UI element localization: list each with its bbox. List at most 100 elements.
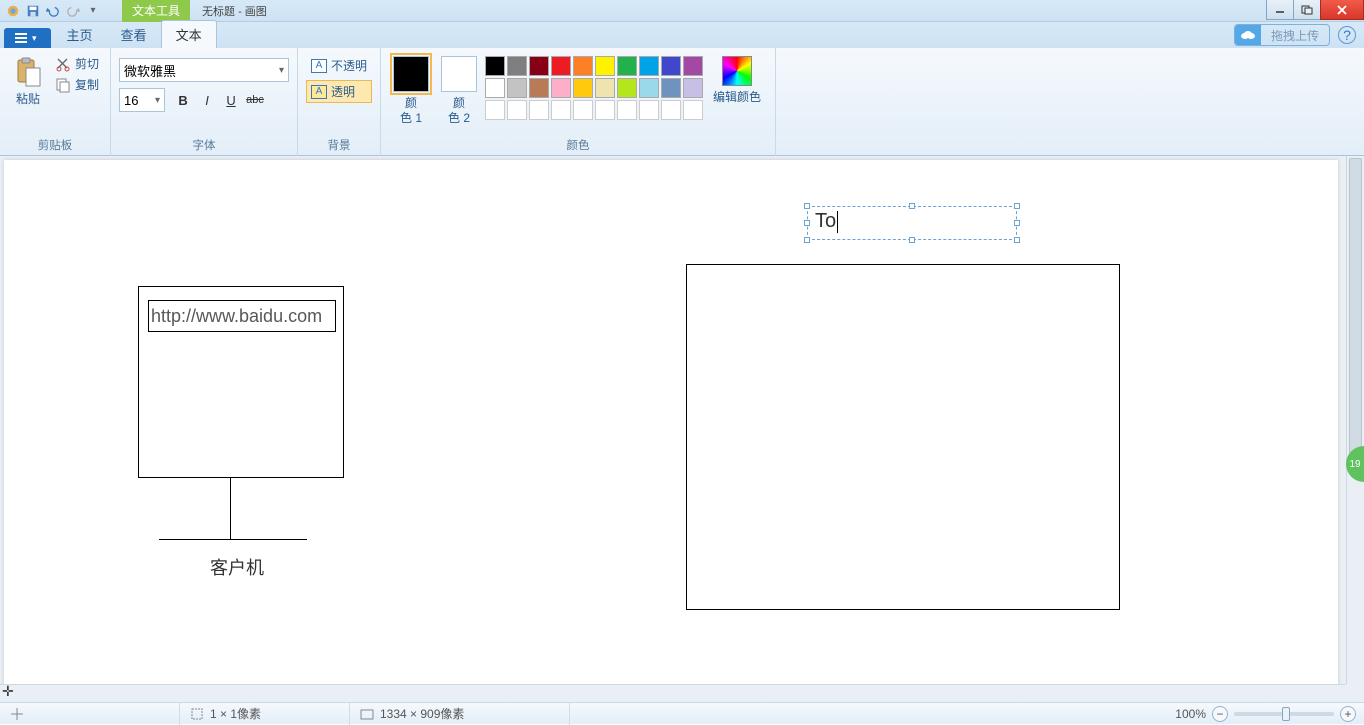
bold-button[interactable]: B bbox=[171, 88, 195, 112]
selection-border bbox=[807, 206, 1017, 240]
vertical-scroll-thumb[interactable] bbox=[1349, 158, 1362, 458]
palette-swatch[interactable] bbox=[617, 78, 637, 98]
zoom-slider-thumb[interactable] bbox=[1282, 707, 1290, 721]
paste-button[interactable]: 粘贴 bbox=[8, 54, 48, 109]
palette-swatch[interactable] bbox=[507, 78, 527, 98]
color2-swatch bbox=[441, 56, 477, 92]
selection-size-icon bbox=[190, 707, 204, 721]
selection-handle-sw[interactable] bbox=[804, 237, 810, 243]
qat-redo-icon[interactable] bbox=[64, 2, 82, 20]
edit-colors-button[interactable]: 编辑颜色 bbox=[707, 54, 767, 107]
palette-swatch-empty[interactable] bbox=[485, 100, 505, 120]
vertical-scrollbar[interactable] bbox=[1346, 156, 1364, 684]
palette-swatch[interactable] bbox=[683, 56, 703, 76]
palette-swatch-empty[interactable] bbox=[683, 100, 703, 120]
url-text: http://www.baidu.com bbox=[151, 306, 322, 327]
app-icon bbox=[4, 2, 22, 20]
palette-swatch[interactable] bbox=[661, 56, 681, 76]
palette-swatch[interactable] bbox=[573, 56, 593, 76]
transparent-button[interactable]: A透明 bbox=[306, 80, 372, 103]
group-colors-label: 颜色 bbox=[389, 137, 767, 156]
tab-home[interactable]: 主页 bbox=[53, 21, 107, 48]
selection-handle-se[interactable] bbox=[1014, 237, 1020, 243]
font-size-combo[interactable]: 16 bbox=[119, 88, 165, 112]
zoom-in-button[interactable]: + bbox=[1340, 706, 1356, 722]
underline-button[interactable]: U bbox=[219, 88, 243, 112]
group-font-label: 字体 bbox=[119, 137, 289, 156]
zoom-out-button[interactable]: − bbox=[1212, 706, 1228, 722]
status-canvas-size: 1334 × 909像素 bbox=[350, 703, 570, 725]
palette-swatch[interactable] bbox=[573, 78, 593, 98]
cloud-icon bbox=[1235, 24, 1261, 46]
palette-swatch[interactable] bbox=[551, 56, 571, 76]
tab-view[interactable]: 查看 bbox=[107, 21, 161, 48]
minimize-button[interactable] bbox=[1266, 0, 1294, 20]
drawn-textbox-url: http://www.baidu.com bbox=[148, 300, 336, 332]
palette-swatch[interactable] bbox=[529, 78, 549, 98]
cut-button[interactable]: 剪切 bbox=[52, 54, 102, 73]
opaque-button[interactable]: A不透明 bbox=[306, 54, 372, 77]
palette-swatch[interactable] bbox=[639, 56, 659, 76]
selection-handle-nw[interactable] bbox=[804, 203, 810, 209]
copy-button[interactable]: 复制 bbox=[52, 75, 102, 94]
color1-label-b: 色 1 bbox=[400, 109, 422, 126]
font-family-combo[interactable]: 微软雅黑 bbox=[119, 58, 289, 82]
palette-swatch[interactable] bbox=[595, 56, 615, 76]
palette-swatch[interactable] bbox=[639, 78, 659, 98]
palette-swatch[interactable] bbox=[485, 56, 505, 76]
strikethrough-button[interactable]: abc bbox=[243, 88, 267, 112]
selection-handle-s[interactable] bbox=[909, 237, 915, 243]
color2-label-b: 色 2 bbox=[448, 109, 470, 126]
palette-swatch[interactable] bbox=[683, 78, 703, 98]
file-menu-button[interactable] bbox=[4, 28, 51, 48]
editing-text-content[interactable]: To bbox=[815, 210, 838, 233]
palette-swatch-empty[interactable] bbox=[595, 100, 615, 120]
horizontal-scrollbar[interactable] bbox=[0, 684, 1346, 702]
palette-swatch[interactable] bbox=[529, 56, 549, 76]
palette-swatch[interactable] bbox=[661, 78, 681, 98]
color2-button[interactable]: 颜 色 2 bbox=[437, 54, 481, 128]
palette-swatch-empty[interactable] bbox=[617, 100, 637, 120]
text-edit-selection[interactable]: To bbox=[807, 206, 1017, 240]
palette-swatch[interactable] bbox=[507, 56, 527, 76]
crosshair-cursor-icon: ✛ bbox=[2, 683, 14, 700]
color1-button[interactable]: 颜 色 1 bbox=[389, 54, 433, 128]
zoom-slider[interactable] bbox=[1234, 712, 1334, 716]
canvas[interactable]: http://www.baidu.com 客户机 To bbox=[4, 160, 1338, 690]
qat-undo-icon[interactable] bbox=[44, 2, 62, 20]
drag-upload-button[interactable]: 拖拽上传 bbox=[1234, 24, 1330, 46]
maximize-button[interactable] bbox=[1293, 0, 1321, 20]
font-family-value: 微软雅黑 bbox=[124, 61, 176, 80]
palette-swatch[interactable] bbox=[617, 56, 637, 76]
status-cursor-pos bbox=[0, 703, 180, 725]
close-button[interactable] bbox=[1320, 0, 1364, 20]
palette-swatch-empty[interactable] bbox=[507, 100, 527, 120]
palette-swatch[interactable] bbox=[595, 78, 615, 98]
text-caret bbox=[837, 211, 838, 233]
selection-handle-ne[interactable] bbox=[1014, 203, 1020, 209]
palette-swatch[interactable] bbox=[485, 78, 505, 98]
palette-swatch-empty[interactable] bbox=[639, 100, 659, 120]
drawn-line-vertical bbox=[230, 478, 231, 540]
selection-handle-w[interactable] bbox=[804, 220, 810, 226]
selection-handle-e[interactable] bbox=[1014, 220, 1020, 226]
edit-colors-label: 编辑颜色 bbox=[713, 88, 761, 105]
italic-button[interactable]: I bbox=[195, 88, 219, 112]
palette-swatch[interactable] bbox=[551, 78, 571, 98]
palette-swatch-empty[interactable] bbox=[529, 100, 549, 120]
palette-swatch-empty[interactable] bbox=[573, 100, 593, 120]
qat-customize-icon[interactable]: ▾ bbox=[84, 2, 102, 20]
palette-swatch-empty[interactable] bbox=[661, 100, 681, 120]
canvas-size-icon bbox=[360, 707, 374, 721]
paste-label: 粘贴 bbox=[16, 90, 40, 107]
crosshair-icon bbox=[10, 707, 24, 721]
paste-icon bbox=[12, 56, 44, 88]
selection-handle-n[interactable] bbox=[909, 203, 915, 209]
zoom-value: 100% bbox=[1175, 707, 1206, 721]
help-icon[interactable]: ? bbox=[1338, 26, 1356, 44]
palette-swatch-empty[interactable] bbox=[551, 100, 571, 120]
qat-save-icon[interactable] bbox=[24, 2, 42, 20]
opaque-label: 不透明 bbox=[331, 57, 367, 74]
tab-text[interactable]: 文本 bbox=[161, 20, 217, 48]
transparent-label: 透明 bbox=[331, 83, 355, 100]
